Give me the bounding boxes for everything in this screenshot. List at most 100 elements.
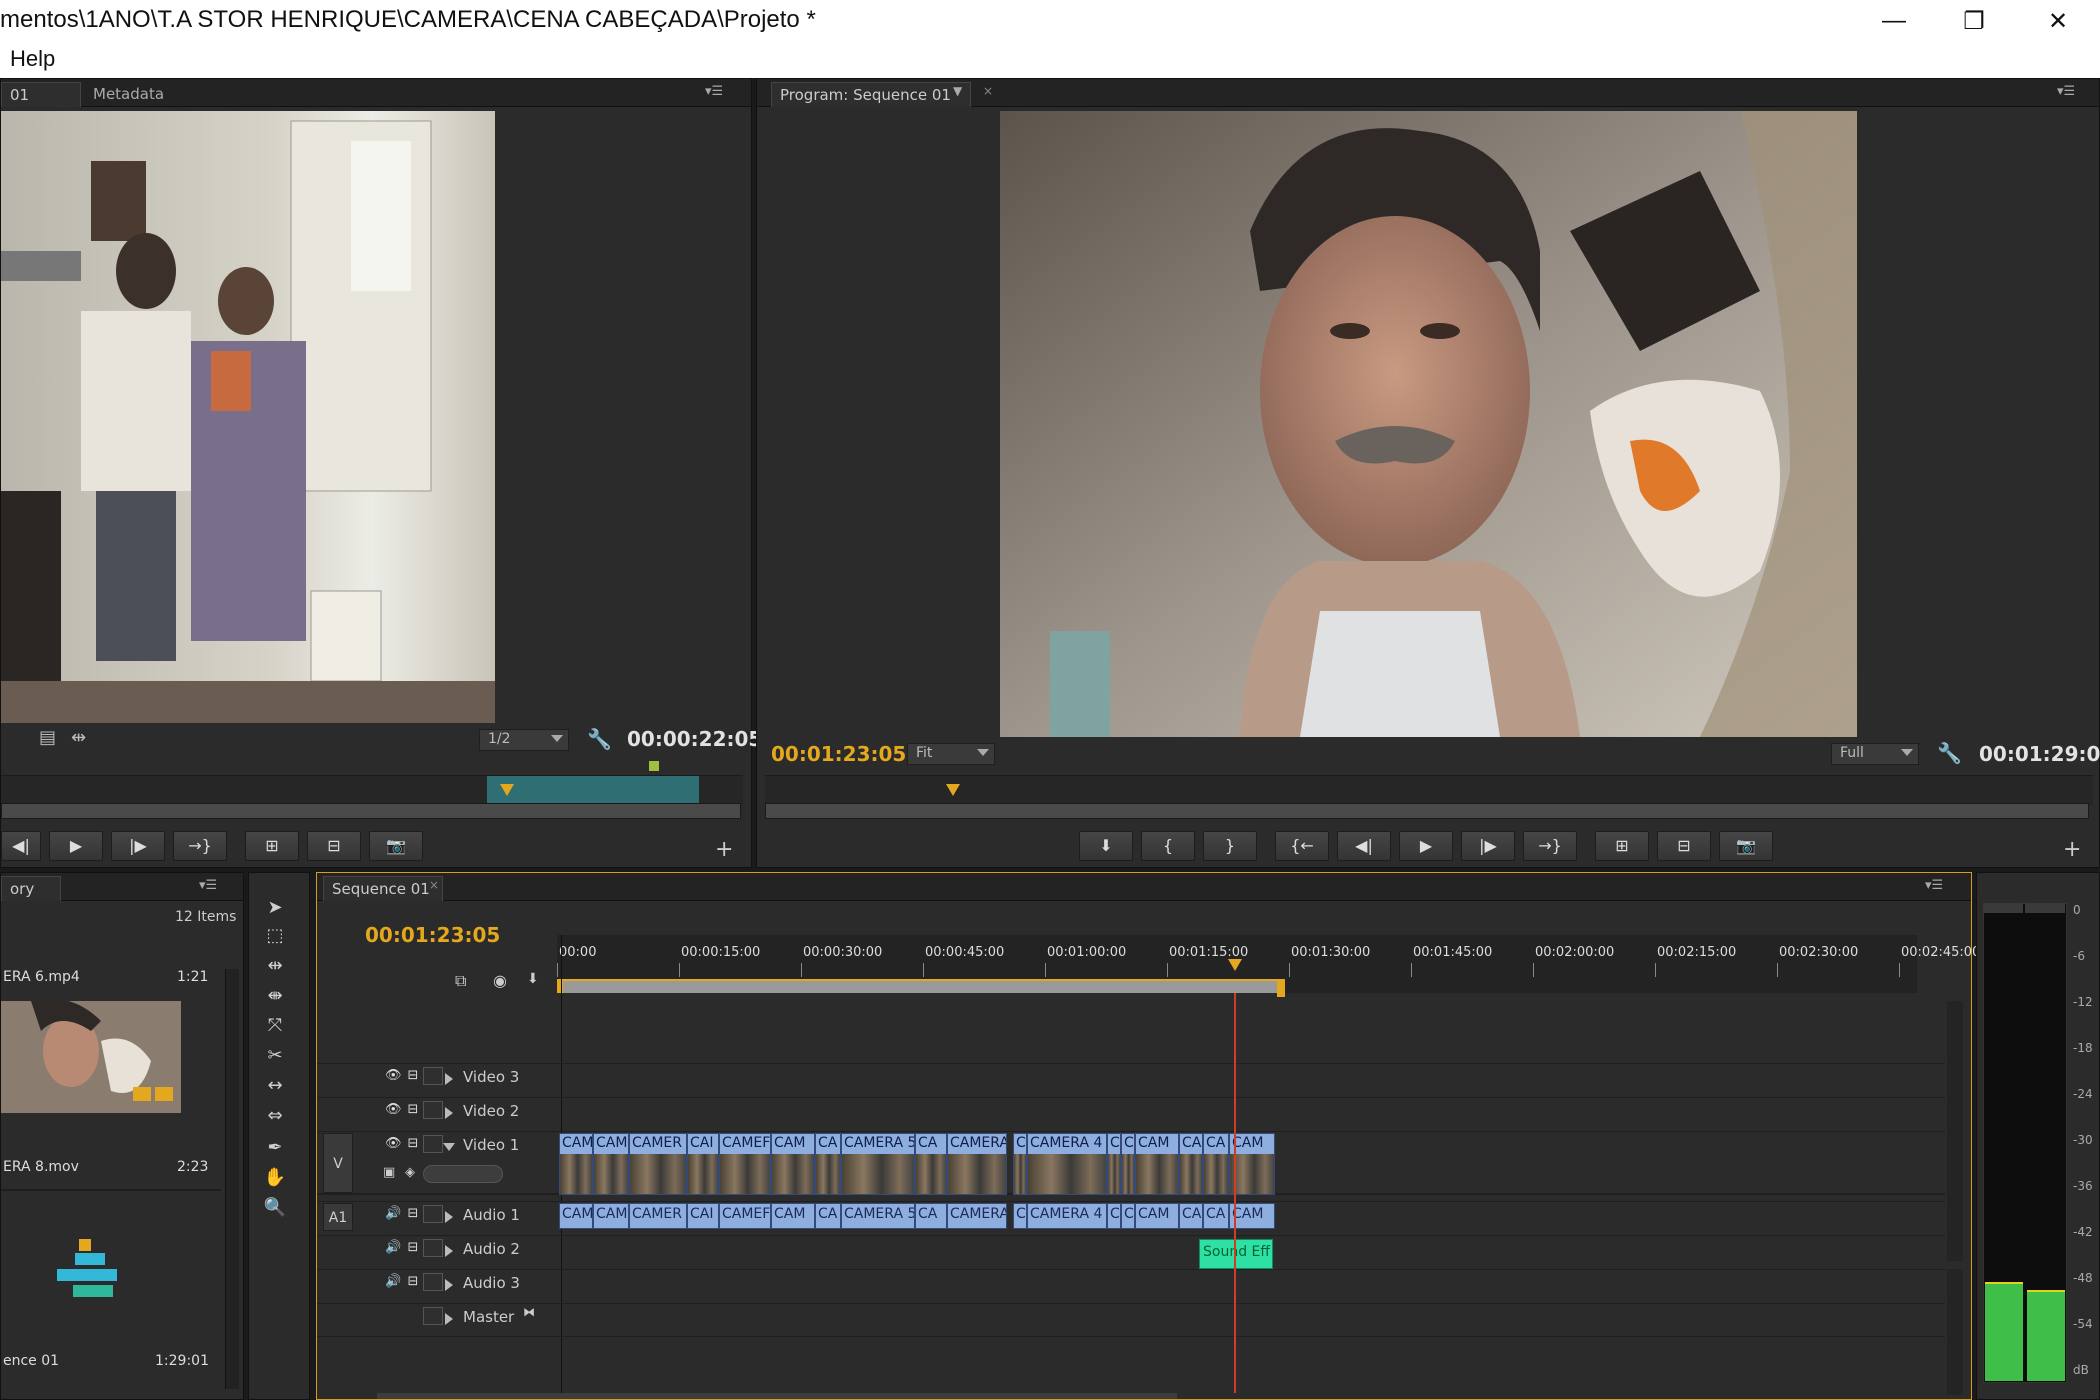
- sync-lock-icon[interactable]: ⊟: [405, 1207, 421, 1221]
- expand-track-icon[interactable]: [445, 1279, 453, 1291]
- audio-clip[interactable]: C: [1121, 1203, 1135, 1229]
- speaker-icon[interactable]: 🔊: [385, 1207, 401, 1221]
- audio-clip[interactable]: CA: [815, 1203, 841, 1229]
- expand-track-icon[interactable]: [445, 1107, 453, 1119]
- lift-button[interactable]: ⊞: [1595, 831, 1649, 861]
- audio-clip[interactable]: CA: [1179, 1203, 1203, 1229]
- video-clip[interactable]: CA: [915, 1133, 947, 1195]
- audio-clip[interactable]: CAMERA 5: [841, 1203, 915, 1229]
- work-area-in-handle[interactable]: [557, 979, 563, 993]
- close-tab-icon[interactable]: ×: [983, 84, 993, 98]
- restore-button[interactable]: ❐: [1932, 0, 2016, 42]
- program-tab-dropdown-icon[interactable]: ▼: [953, 84, 962, 98]
- audio-clip[interactable]: C: [1107, 1203, 1121, 1229]
- program-play-button[interactable]: ▶: [1399, 831, 1453, 861]
- program-timecode[interactable]: 00:01:23:05: [771, 742, 906, 766]
- add-button-icon[interactable]: +: [715, 837, 733, 862]
- program-wrench-icon[interactable]: 🔧: [1937, 741, 1962, 765]
- program-panel-menu-icon[interactable]: ▾☰: [2057, 84, 2075, 99]
- step-back-button[interactable]: ◀|: [1, 831, 41, 861]
- marker-icon[interactable]: ⬇: [527, 971, 539, 987]
- audio-clip[interactable]: CAMER: [629, 1203, 687, 1229]
- slip-tool-icon[interactable]: ↔: [261, 1073, 289, 1099]
- close-sequence-tab-icon[interactable]: ×: [429, 878, 439, 892]
- track-select-tool-icon[interactable]: ⬚: [261, 923, 289, 949]
- source-go-out-button[interactable]: →}: [173, 831, 227, 861]
- audio-clip[interactable]: C: [1013, 1203, 1027, 1229]
- work-area-bar[interactable]: [557, 979, 1283, 993]
- timeline-ruler[interactable]: 00:00 00:00:15:00 00:00:30:00 00:00:45:00 00…: [557, 935, 1980, 997]
- video-clip[interactable]: CAM: [771, 1133, 815, 1195]
- video-clip[interactable]: CAM: [559, 1133, 593, 1195]
- audio-clip[interactable]: CA: [915, 1203, 947, 1229]
- source-zoom-select[interactable]: 1/2: [479, 729, 569, 751]
- panel-menu-icon[interactable]: ▾☰: [705, 84, 723, 99]
- display-style-icon[interactable]: ▣: [383, 1165, 395, 1180]
- audio-clip[interactable]: CA: [1203, 1203, 1229, 1229]
- speaker-icon[interactable]: 🔊: [385, 1275, 401, 1289]
- tab-project[interactable]: ory: [1, 876, 61, 901]
- expand-track-icon[interactable]: [445, 1073, 453, 1085]
- menu-help[interactable]: Help: [10, 46, 55, 72]
- sync-lock-icon[interactable]: ⊟: [405, 1275, 421, 1289]
- track-lock-toggle[interactable]: [423, 1239, 443, 1257]
- source-scrollbar[interactable]: [1, 803, 741, 819]
- expand-track-icon[interactable]: [445, 1245, 453, 1257]
- snap-icon[interactable]: ⧉: [455, 971, 466, 991]
- program-export-frame-button[interactable]: 📷: [1719, 831, 1773, 861]
- speaker-icon[interactable]: 🔊: [385, 1241, 401, 1255]
- tab-sequence[interactable]: Sequence 01: [323, 876, 443, 901]
- audio-clip[interactable]: CAM: [771, 1203, 815, 1229]
- timeline-panel-menu-icon[interactable]: ▾☰: [1925, 878, 1943, 893]
- timeline-timecode[interactable]: 00:01:23:05: [365, 923, 500, 947]
- audio-tracks-scrollbar[interactable]: [1947, 1269, 1963, 1395]
- close-button[interactable]: ✕: [2016, 0, 2100, 42]
- video-clip[interactable]: CA: [1179, 1133, 1203, 1195]
- export-frame-button[interactable]: 📷: [369, 831, 423, 861]
- sync-lock-icon[interactable]: ⊟: [405, 1103, 421, 1117]
- source-playhead[interactable]: [500, 784, 514, 796]
- sound-effect-clip[interactable]: Sound Eff: [1199, 1239, 1273, 1269]
- zoom-tool-icon[interactable]: 🔍: [261, 1195, 289, 1221]
- tab-metadata[interactable]: Metadata: [85, 82, 185, 107]
- video-clip[interactable]: CAM: [593, 1133, 629, 1195]
- video-clip[interactable]: CAMEF: [719, 1133, 771, 1195]
- video-clip[interactable]: CAMERA: [947, 1133, 1007, 1195]
- timeline-horizontal-scrollbar[interactable]: [377, 1393, 1177, 1399]
- ripple-edit-tool-icon[interactable]: ⇹: [261, 953, 289, 979]
- program-quality-select[interactable]: Full: [1831, 743, 1919, 765]
- audio-clip[interactable]: CAMERA 4: [1027, 1203, 1107, 1229]
- program-add-button-icon[interactable]: +: [2063, 837, 2081, 862]
- keyframe-toggle-icon[interactable]: ◈: [405, 1165, 415, 1180]
- audio-clip[interactable]: CAM: [593, 1203, 629, 1229]
- slide-tool-icon[interactable]: ⇔: [261, 1103, 289, 1129]
- minimize-button[interactable]: —: [1852, 0, 1936, 42]
- track-lock-toggle[interactable]: [423, 1273, 443, 1291]
- video-clip[interactable]: CAMERA 4: [1027, 1133, 1107, 1195]
- expand-track-icon[interactable]: [445, 1313, 453, 1325]
- step-forward-program-button[interactable]: |▶: [1461, 831, 1515, 861]
- video-clip[interactable]: CA: [815, 1133, 841, 1195]
- wrench-icon[interactable]: 🔧: [587, 727, 612, 751]
- insert-button[interactable]: ⊞: [245, 831, 299, 861]
- track-lock-toggle[interactable]: [423, 1307, 443, 1325]
- video-clip[interactable]: C: [1107, 1133, 1121, 1195]
- track-lock-toggle[interactable]: [423, 1135, 443, 1153]
- program-scrollbar[interactable]: [765, 803, 2089, 819]
- timeline-playhead[interactable]: [1228, 959, 1242, 971]
- keyframe-icon[interactable]: ◉: [493, 971, 507, 990]
- video-clip[interactable]: CAI: [687, 1133, 719, 1195]
- hand-tool-icon[interactable]: ✋: [261, 1165, 289, 1191]
- audio-clip[interactable]: CAI: [687, 1203, 719, 1229]
- tab-source[interactable]: 01: [1, 82, 81, 107]
- rate-stretch-tool-icon[interactable]: ⤧: [261, 1013, 289, 1039]
- sync-lock-icon[interactable]: ⊟: [405, 1069, 421, 1083]
- audio-clip[interactable]: CAMERA: [947, 1203, 1007, 1229]
- program-fit-select[interactable]: Fit: [907, 743, 995, 765]
- sync-lock-icon[interactable]: ⊟: [405, 1241, 421, 1255]
- project-panel-menu-icon[interactable]: ▾☰: [199, 878, 217, 893]
- track-lock-toggle[interactable]: [423, 1101, 443, 1119]
- rolling-edit-tool-icon[interactable]: ⇼: [261, 983, 289, 1009]
- extract-button[interactable]: ⊟: [1657, 831, 1711, 861]
- eye-icon[interactable]: 👁: [385, 1069, 402, 1083]
